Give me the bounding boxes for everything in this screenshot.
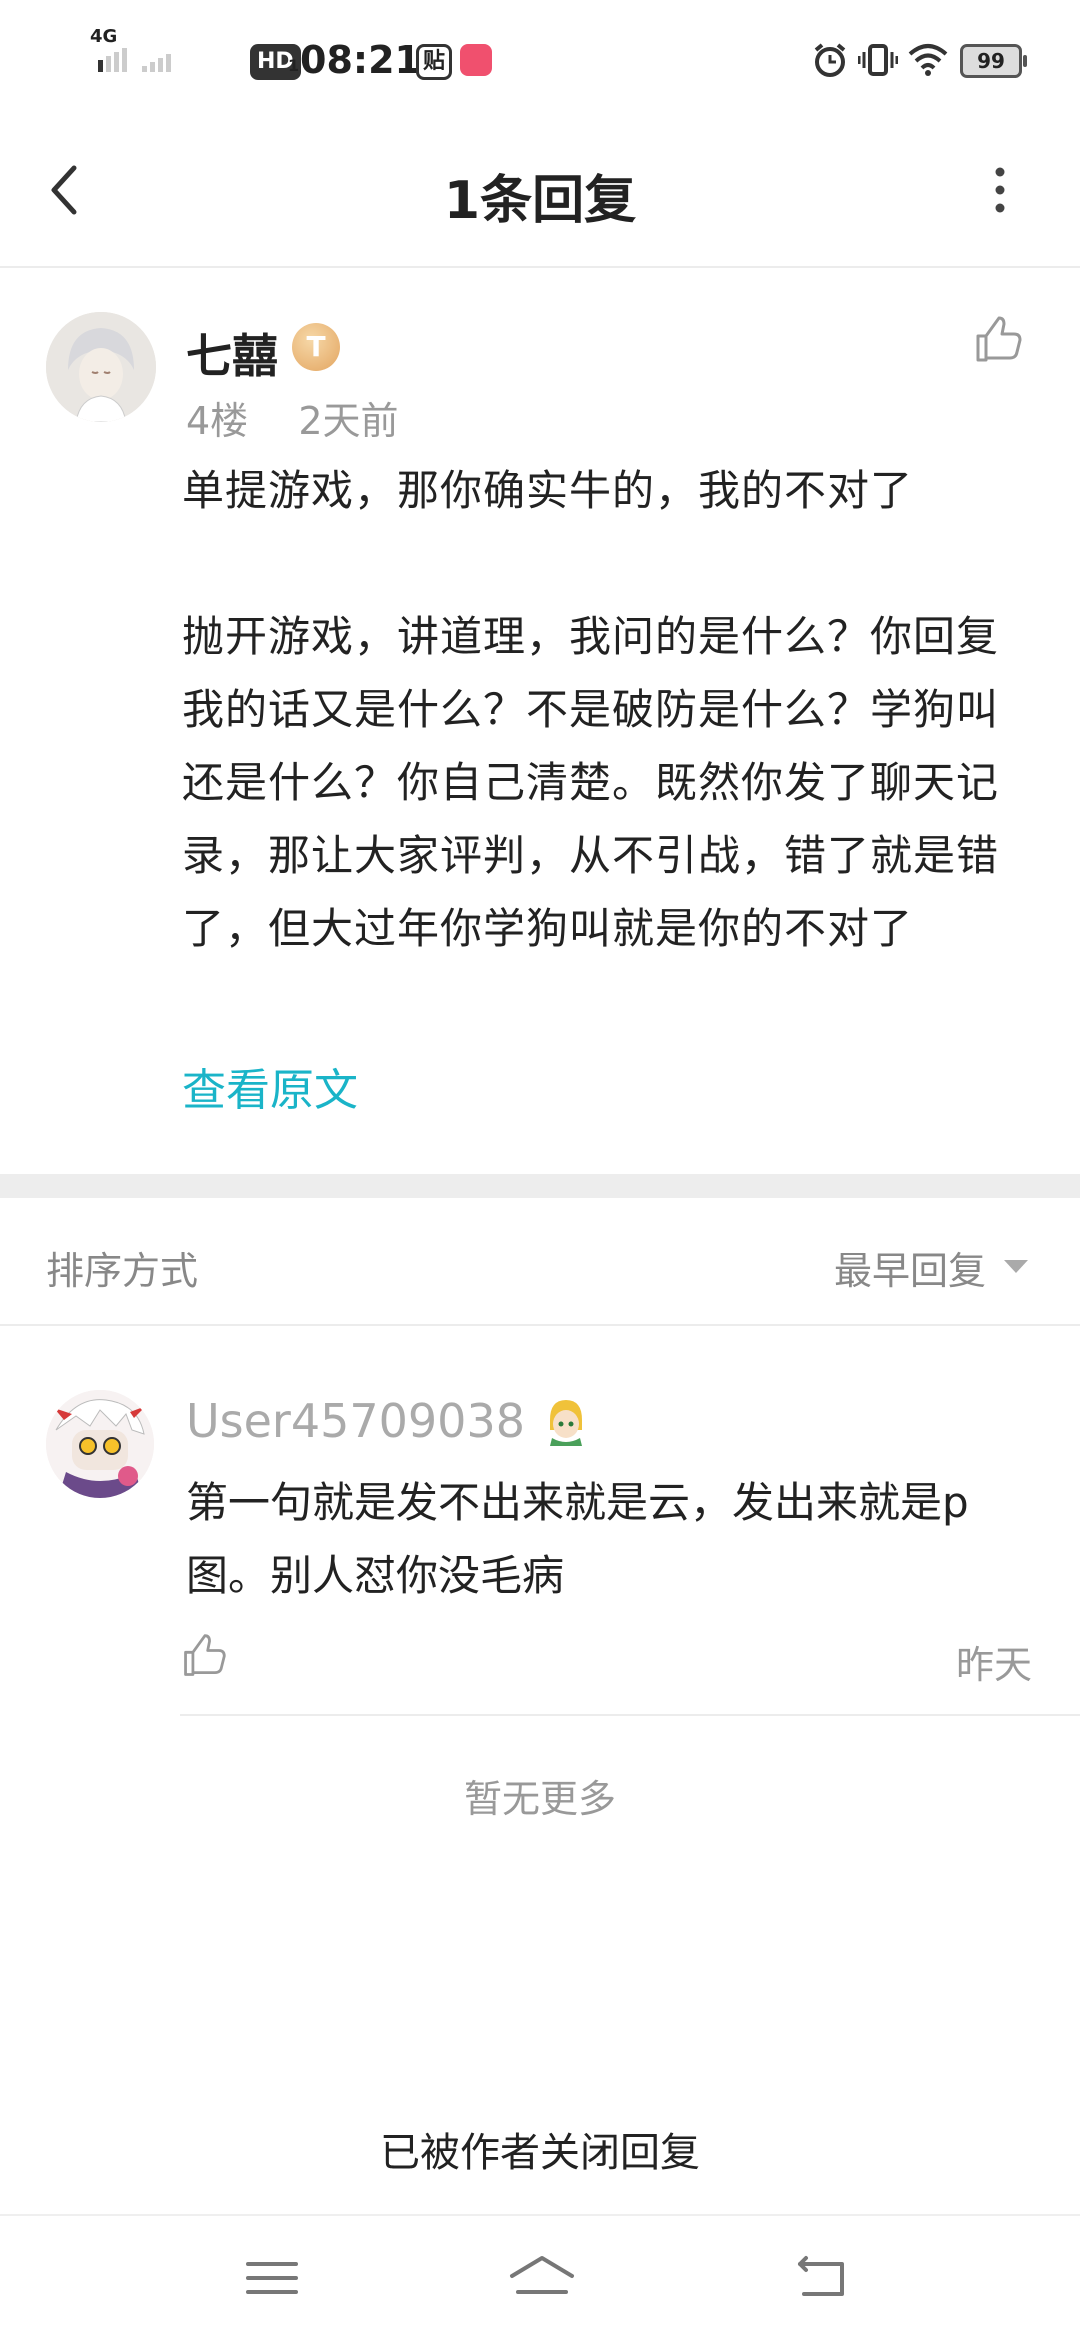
sort-label: 排序方式 bbox=[46, 1249, 199, 1293]
wifi-icon bbox=[908, 44, 948, 76]
avatar-image bbox=[46, 312, 156, 422]
reply-time: 昨天 bbox=[956, 1643, 1033, 1687]
divider bbox=[0, 1324, 1080, 1326]
avatar[interactable] bbox=[46, 312, 156, 422]
reply-avatar[interactable] bbox=[46, 1390, 154, 1498]
level-badge-icon: T bbox=[292, 323, 340, 371]
app-header: 1条回复 bbox=[0, 120, 1080, 268]
status-bar: 4G HD 1 08:21 贴 99 bbox=[0, 0, 1080, 120]
reply-avatar-image bbox=[46, 1390, 154, 1498]
section-divider bbox=[0, 1174, 1080, 1198]
vibrate-icon bbox=[858, 44, 898, 76]
post-time: 2天前 bbox=[298, 399, 399, 443]
home-icon[interactable] bbox=[506, 2252, 578, 2304]
battery-icon: 99 bbox=[960, 44, 1027, 78]
clock: 08:21 bbox=[300, 38, 421, 82]
alarm-icon bbox=[814, 43, 846, 77]
view-original-link[interactable]: 查看原文 bbox=[182, 1054, 358, 1118]
caret-down-icon[interactable] bbox=[1004, 1260, 1028, 1273]
post-username[interactable]: 七囍 bbox=[186, 320, 278, 386]
reply-username[interactable]: User45709038 bbox=[186, 1394, 525, 1448]
user-badge-icon bbox=[550, 1400, 582, 1446]
replies-closed-notice: 已被作者关闭回复 bbox=[380, 2130, 700, 2176]
more-icon[interactable] bbox=[980, 160, 1020, 220]
system-nav-bar bbox=[0, 2214, 1080, 2342]
sort-dropdown[interactable]: 最早回复 bbox=[834, 1240, 986, 1295]
like-icon[interactable] bbox=[180, 1632, 228, 1680]
post-meta: 4楼 2天前 bbox=[186, 390, 399, 445]
divider bbox=[180, 1714, 1080, 1716]
menu-icon[interactable] bbox=[242, 2252, 302, 2304]
reply-body: 第一句就是发不出来就是云，发出来就是p图。别人怼你没毛病 bbox=[186, 1478, 969, 1600]
like-icon[interactable] bbox=[972, 314, 1024, 366]
signal-icon bbox=[98, 48, 171, 72]
page-title: 1条回复 bbox=[443, 171, 637, 231]
tieba-app-icon: 贴 bbox=[416, 44, 453, 80]
network-type: 4G bbox=[90, 26, 118, 47]
no-more-text: 暂无更多 bbox=[463, 1777, 616, 1821]
floor-number: 4楼 bbox=[186, 399, 249, 443]
return-icon[interactable] bbox=[792, 2252, 852, 2304]
camera-app-icon bbox=[460, 44, 492, 76]
post-body: 单提游戏，那你确实牛的，我的不对了 抛开游戏，讲道理，我问的是什么？你回复我的话… bbox=[182, 466, 1000, 953]
hd-sub: 1 bbox=[288, 56, 300, 75]
